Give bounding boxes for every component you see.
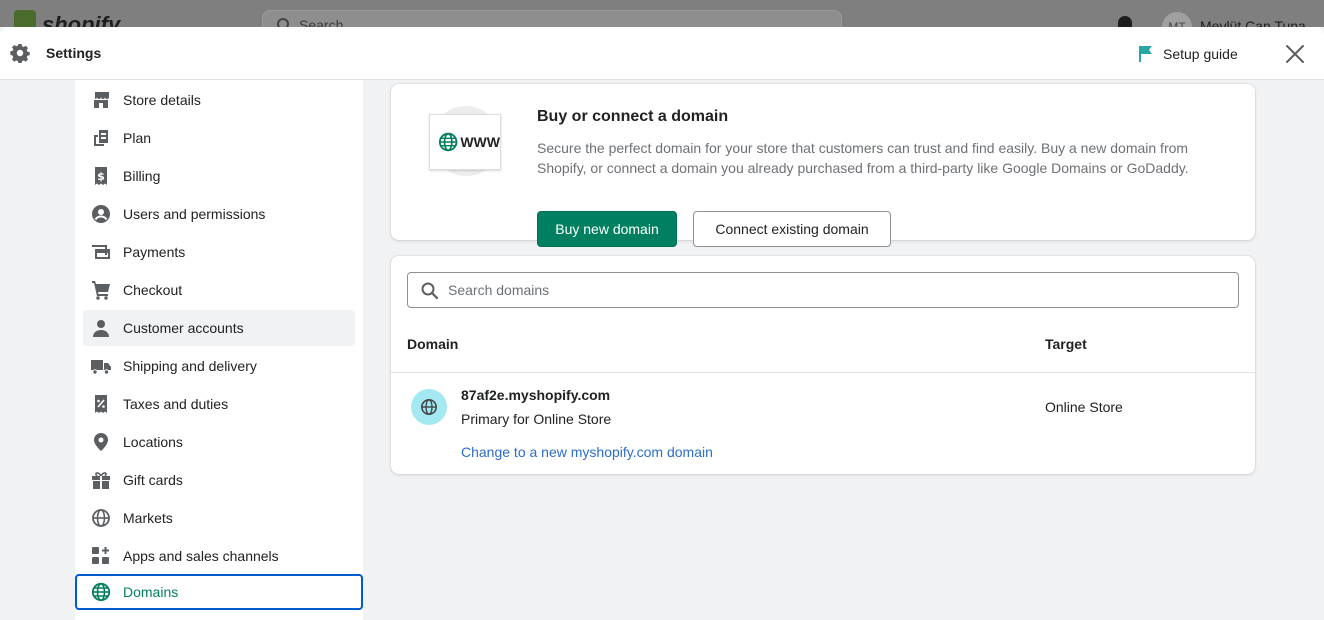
background-search-placeholder: Search [299, 17, 344, 27]
payments-icon [92, 245, 110, 259]
sidebar-item-label: Locations [123, 434, 183, 450]
globe-outline-icon [92, 509, 110, 527]
sidebar-item-users-and-permissions[interactable]: Users and permissions [83, 196, 355, 232]
billing-icon: $ [95, 167, 107, 185]
card-description: Secure the perfect domain for your store… [537, 140, 1189, 176]
search-icon [277, 18, 289, 27]
sidebar-item-label: Checkout [123, 282, 183, 298]
settings-sidebar: Store details Plan $ Billing Users and p… [75, 80, 363, 620]
truck-icon [91, 360, 111, 375]
globe-icon [421, 399, 437, 415]
user-circle-icon [92, 205, 110, 223]
location-pin-icon [94, 433, 108, 451]
sidebar-item-label: Apps and sales channels [123, 548, 279, 564]
user-name: Mevlüt Can Tuna [1200, 18, 1306, 27]
search-domains-input[interactable] [448, 273, 1228, 307]
page-title: Settings [46, 45, 102, 61]
domain-subtitle: Primary for Online Store [461, 411, 612, 427]
background-search: Search [262, 10, 842, 27]
setup-guide-label: Setup guide [1163, 46, 1238, 62]
avatar: MT [1162, 12, 1192, 27]
sidebar-item-label: Customer accounts [123, 320, 244, 336]
sidebar-item-label: Payments [123, 244, 186, 260]
sidebar-item-apps-and-sales-channels[interactable]: Apps and sales channels [83, 538, 355, 574]
bell-icon [1118, 16, 1132, 27]
domain-name: 87af2e.myshopify.com [461, 387, 611, 403]
sidebar-item-customer-accounts[interactable]: Customer accounts [83, 310, 355, 346]
sidebar-item-plan[interactable]: Plan [83, 120, 355, 156]
globe-icon [438, 132, 458, 152]
shopify-logo-text: shopify [42, 12, 121, 27]
svg-text:$: $ [97, 170, 105, 183]
sidebar-item-label: Gift cards [123, 472, 183, 488]
tax-icon [95, 395, 107, 413]
buy-new-domain-button[interactable]: Buy new domain [537, 211, 677, 247]
domains-table-card: Domain Target 87af2e.myshopify.com Prima… [391, 256, 1255, 474]
sidebar-item-label: Plan [123, 130, 152, 146]
apps-icon [92, 547, 109, 564]
sidebar-item-label: Shipping and delivery [123, 358, 257, 374]
shopify-logo-icon [14, 10, 36, 27]
background-topbar: shopify Search MT Mevlüt Can Tuna [0, 0, 1324, 27]
sidebar-item-label: Taxes and duties [123, 396, 229, 412]
illustration-www-card: WWW [429, 114, 501, 170]
plan-icon [94, 130, 108, 146]
sidebar-item-label: Billing [123, 168, 161, 184]
sidebar-item-locations[interactable]: Locations [83, 424, 355, 460]
sidebar-item-shipping-and-delivery[interactable]: Shipping and delivery [83, 348, 355, 384]
person-icon [93, 320, 109, 337]
sidebar-item-label: Markets [123, 510, 173, 526]
sidebar-item-label: Domains [123, 584, 179, 600]
globe-icon [91, 582, 111, 602]
close-icon[interactable] [1282, 41, 1308, 67]
table-divider [391, 372, 1255, 373]
change-domain-link[interactable]: Change to a new myshopify.com domain [461, 444, 713, 460]
sidebar-item-payments[interactable]: Payments [83, 234, 355, 270]
connect-existing-domain-button[interactable]: Connect existing domain [693, 211, 891, 247]
sidebar-item-taxes-and-duties[interactable]: Taxes and duties [83, 386, 355, 422]
column-header-target: Target [1045, 336, 1087, 352]
domain-target: Online Store [1045, 399, 1123, 415]
domain-illustration: WWW [427, 106, 503, 178]
domain-avatar [411, 389, 447, 425]
cart-icon [92, 281, 110, 300]
flag-icon [1139, 46, 1152, 62]
gift-icon [92, 472, 110, 489]
illustration-www-text: WWW [460, 134, 500, 150]
sidebar-item-label: Users and permissions [123, 206, 266, 222]
sidebar-item-domains[interactable]: Domains [75, 574, 363, 610]
sidebar-item-gift-cards[interactable]: Gift cards [83, 462, 355, 498]
setup-guide-button[interactable]: Setup guide [1138, 43, 1238, 65]
sidebar-item-label: Store details [123, 92, 201, 108]
store-icon [93, 92, 109, 108]
search-domains-field[interactable] [407, 272, 1239, 308]
card-heading: Buy or connect a domain [537, 108, 729, 125]
sidebar-item-billing[interactable]: $ Billing [83, 158, 355, 194]
gear-icon [10, 44, 30, 63]
search-icon [421, 282, 439, 300]
column-header-domain: Domain [407, 336, 459, 352]
sidebar-item-markets[interactable]: Markets [83, 500, 355, 536]
sidebar-item-store-details[interactable]: Store details [83, 82, 355, 118]
settings-header: Settings Setup guide [0, 27, 1324, 80]
sidebar-item-checkout[interactable]: Checkout [83, 272, 355, 308]
